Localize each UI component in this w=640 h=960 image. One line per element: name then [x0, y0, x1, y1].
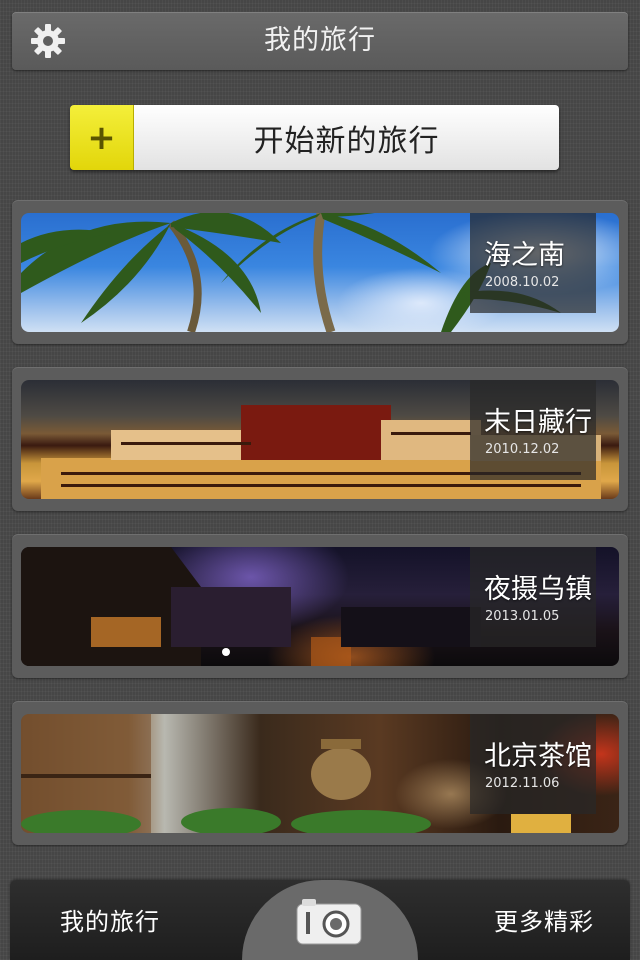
trip-label: 北京茶馆 2012.11.06: [470, 714, 596, 814]
trip-date: 2013.01.05: [485, 609, 560, 624]
trip-name: 末日藏行: [484, 407, 592, 438]
tab-my-trips[interactable]: 我的旅行: [60, 902, 160, 937]
trip-card[interactable]: 夜摄乌镇 2013.01.05: [12, 534, 628, 678]
trip-label: 末日藏行 2010.12.02: [470, 380, 596, 480]
start-new-trip-label: 开始新的旅行: [134, 105, 559, 170]
start-new-trip-button[interactable]: + 开始新的旅行: [70, 105, 559, 170]
trip-name: 夜摄乌镇: [484, 574, 592, 605]
trip-date: 2008.10.02: [485, 275, 560, 290]
camera-icon: [296, 899, 362, 945]
trip-date: 2010.12.02: [485, 442, 560, 457]
trip-date: 2012.11.06: [485, 776, 560, 791]
trip-card[interactable]: 北京茶馆 2012.11.06: [12, 701, 628, 845]
bottom-tab-bar: 我的旅行 更多精彩: [10, 880, 630, 960]
trip-label: 夜摄乌镇 2013.01.05: [470, 547, 596, 647]
plus-icon: +: [70, 105, 134, 170]
trip-card[interactable]: 末日藏行 2010.12.02: [12, 367, 628, 511]
trip-card[interactable]: 海之南 2008.10.02: [12, 200, 628, 344]
page-title: 我的旅行: [264, 25, 376, 56]
camera-button[interactable]: [242, 880, 418, 960]
header-bar: 我的旅行: [12, 12, 628, 70]
tab-more[interactable]: 更多精彩: [494, 902, 594, 937]
trip-label: 海之南 2008.10.02: [470, 213, 596, 313]
trip-name: 北京茶馆: [484, 741, 592, 772]
trip-name: 海之南: [484, 240, 565, 271]
